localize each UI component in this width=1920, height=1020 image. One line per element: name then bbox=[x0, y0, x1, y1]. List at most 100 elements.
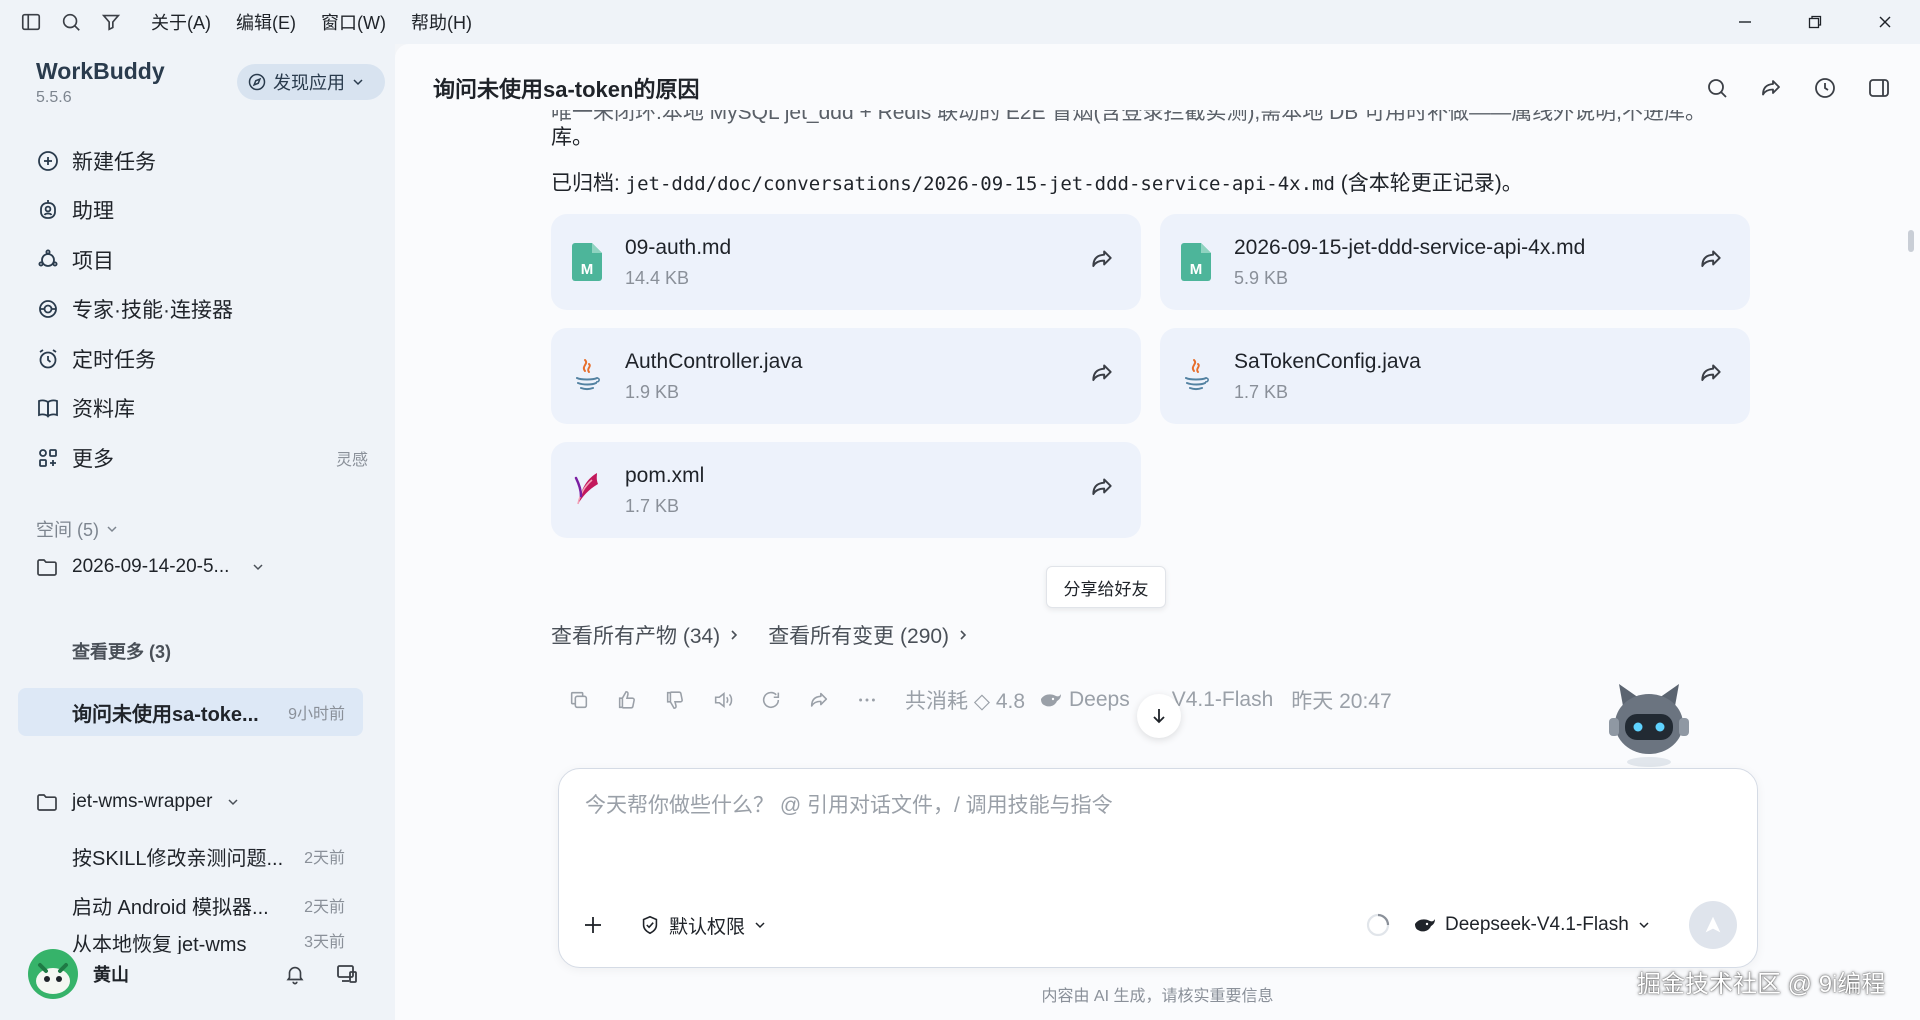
grid-icon bbox=[34, 444, 62, 472]
space-folder-1[interactable]: 2026-09-14-20-5... bbox=[34, 554, 265, 580]
search-icon[interactable] bbox=[56, 7, 86, 37]
spaces-header[interactable]: 空间 (5) bbox=[36, 516, 119, 542]
nav-library[interactable]: 资料库 bbox=[28, 384, 368, 434]
message-composer[interactable]: 今天帮你做些什么？ @ 引用对话文件，/ 调用技能与指令 默认权限 Deepse… bbox=[558, 768, 1758, 968]
brand: WorkBuddy 5.5.6 bbox=[36, 58, 165, 107]
arrow-down-icon bbox=[1153, 709, 1165, 724]
plus-circle-icon bbox=[34, 147, 62, 175]
file-name: 2026-09-15-jet-ddd-service-api-4x.md bbox=[1234, 235, 1586, 259]
main-nav: 新建任务 助理 项目 专家·技能·连接器 定时任务 资料库 更多 灵感 bbox=[28, 136, 368, 483]
nav-label: 项目 bbox=[72, 249, 114, 273]
scroll-to-bottom-button[interactable] bbox=[1137, 694, 1181, 738]
file-name: pom.xml bbox=[625, 463, 705, 487]
minimize-button[interactable] bbox=[1710, 0, 1780, 44]
panel-toggle-icon[interactable] bbox=[1863, 72, 1895, 104]
space-name: jet-wms-wrapper bbox=[72, 791, 213, 812]
file-size: 5.9 KB bbox=[1234, 267, 1289, 288]
see-more-link[interactable]: 查看更多 (3) bbox=[72, 638, 171, 664]
archive-path: jet-ddd/doc/conversations/2026-09-15-jet… bbox=[625, 173, 1335, 195]
whale-icon bbox=[1041, 694, 1062, 707]
history-icon[interactable] bbox=[1809, 72, 1841, 104]
main-panel: 询问未使用sa-token的原因 唯一未闭环:本地 MySQL jet_ddd … bbox=[395, 44, 1920, 1020]
share-icon[interactable] bbox=[1089, 246, 1121, 278]
sidebar-toggle-icon[interactable] bbox=[16, 7, 46, 37]
app-version: 5.5.6 bbox=[36, 89, 72, 106]
space-folder-3[interactable]: jet-wms-wrapper bbox=[34, 789, 240, 815]
chevron-down-icon bbox=[253, 564, 263, 571]
thumbs-down-icon[interactable] bbox=[651, 684, 699, 716]
robot-mascot-icon[interactable] bbox=[1605, 676, 1693, 768]
app-name: WorkBuddy bbox=[36, 58, 165, 84]
more-icon[interactable] bbox=[843, 684, 891, 716]
nav-new-task[interactable]: 新建任务 bbox=[28, 136, 368, 186]
add-attachment-icon[interactable] bbox=[577, 909, 609, 941]
user-bar: 黄山 bbox=[28, 944, 368, 1004]
share-icon[interactable] bbox=[1089, 474, 1121, 506]
book-icon bbox=[34, 394, 62, 422]
avatar[interactable] bbox=[28, 949, 78, 999]
whale-icon bbox=[1415, 919, 1435, 932]
search-icon[interactable] bbox=[1701, 72, 1733, 104]
regenerate-icon[interactable] bbox=[747, 684, 795, 716]
view-artifacts-label: 查看所有产物 (34) bbox=[551, 625, 721, 648]
menu-about[interactable]: 关于(A) bbox=[151, 9, 211, 35]
close-button[interactable] bbox=[1850, 0, 1920, 44]
menu-window[interactable]: 窗口(W) bbox=[321, 9, 386, 35]
scrollbar-thumb[interactable] bbox=[1908, 230, 1914, 252]
svg-text:M: M bbox=[581, 261, 594, 278]
file-size: 1.9 KB bbox=[625, 381, 680, 402]
nav-more[interactable]: 更多 灵感 bbox=[28, 433, 368, 483]
watermark: 掘金技术社区 @ 9i编程 bbox=[1637, 971, 1886, 998]
model-selector[interactable]: Deepseek-V4.1-Flash bbox=[1365, 912, 1715, 938]
share-icon[interactable] bbox=[1698, 360, 1730, 392]
speaker-icon[interactable] bbox=[699, 684, 747, 716]
conversation-time: 2天前 bbox=[304, 899, 345, 916]
composer-toolbar: 默认权限 Deepseek-V4.1-Flash bbox=[577, 901, 1737, 949]
page-title: 询问未使用sa-token的原因 bbox=[433, 77, 700, 102]
nav-experts[interactable]: 专家·技能·连接器 bbox=[28, 285, 368, 335]
composer-placeholder[interactable]: 今天帮你做些什么？ @ 引用对话文件，/ 调用技能与指令 bbox=[585, 789, 1113, 819]
folder-icon bbox=[34, 554, 60, 580]
file-card[interactable]: pom.xml 1.7 KB bbox=[551, 442, 1141, 538]
chevron-down-icon bbox=[353, 79, 363, 86]
conversation-time: 2天前 bbox=[304, 850, 345, 867]
copy-icon[interactable] bbox=[555, 684, 603, 716]
share-icon[interactable] bbox=[1755, 72, 1787, 104]
nav-label: 助理 bbox=[72, 200, 114, 224]
view-artifacts-link[interactable]: 查看所有产物 (34) bbox=[551, 620, 740, 650]
share-icon[interactable] bbox=[1089, 360, 1121, 392]
nav-scheduled-tasks[interactable]: 定时任务 bbox=[28, 334, 368, 384]
devices-icon[interactable] bbox=[332, 959, 362, 989]
chevron-down-icon bbox=[755, 922, 765, 929]
nav-assistant[interactable]: 助理 bbox=[28, 186, 368, 236]
file-card[interactable]: M 09-auth.md 14.4 KB bbox=[551, 214, 1141, 310]
file-card[interactable]: SaTokenConfig.java 1.7 KB bbox=[1160, 328, 1750, 424]
send-button[interactable] bbox=[1689, 901, 1737, 949]
clipped-message-line: 唯一未闭环:本地 MySQL jet_ddd + Redis 联动的 E2E 冒… bbox=[551, 110, 1851, 136]
share-icon[interactable] bbox=[1698, 246, 1730, 278]
conversation-item[interactable]: 启动 Android 模拟器... 2天前 bbox=[18, 881, 363, 929]
thumbs-up-icon[interactable] bbox=[603, 684, 651, 716]
conversation-item-active[interactable]: 询问未使用sa-toke... 9小时前 bbox=[18, 688, 363, 736]
file-card[interactable]: M 2026-09-15-jet-ddd-service-api-4x.md 5.… bbox=[1160, 214, 1750, 310]
svg-text:M: M bbox=[1190, 261, 1203, 278]
markdown-file-icon: M bbox=[567, 240, 607, 284]
restore-button[interactable] bbox=[1780, 0, 1850, 44]
menu-help[interactable]: 帮助(H) bbox=[411, 9, 472, 35]
nav-project[interactable]: 项目 bbox=[28, 235, 368, 285]
share-icon[interactable] bbox=[795, 684, 843, 716]
folder-icon bbox=[34, 789, 60, 815]
bell-icon[interactable] bbox=[280, 959, 310, 989]
project-icon bbox=[34, 246, 62, 274]
menu-edit[interactable]: 编辑(E) bbox=[236, 9, 296, 35]
conversation-title: 按SKILL修改亲测问题... bbox=[72, 847, 284, 870]
conversation-item[interactable]: 按SKILL修改亲测问题... 2天前 bbox=[18, 832, 363, 880]
model-label: Deepseek-V4.1-Flash bbox=[1445, 914, 1629, 935]
permission-selector[interactable]: 默认权限 bbox=[639, 912, 767, 939]
inspiration-tag[interactable]: 灵感 bbox=[336, 446, 368, 470]
view-changes-link[interactable]: 查看所有变更 (290) bbox=[768, 620, 969, 650]
discover-apps-button[interactable]: 发现应用 bbox=[237, 64, 385, 100]
filter-icon[interactable] bbox=[96, 7, 126, 37]
archive-prefix: 已归档: bbox=[551, 172, 626, 195]
file-card[interactable]: AuthController.java 1.9 KB bbox=[551, 328, 1141, 424]
